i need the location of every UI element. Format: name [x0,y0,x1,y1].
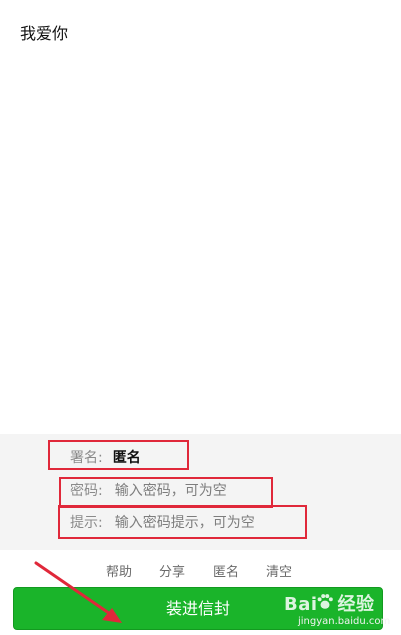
message-text: 我爱你 [20,24,69,43]
anonymous-link[interactable]: 匿名 [213,561,239,580]
annotation-box-hint [58,505,307,539]
share-link[interactable]: 分享 [159,561,185,580]
annotation-box-signature [48,440,189,470]
paw-icon [317,594,333,609]
annotation-box-password [59,477,273,508]
message-area[interactable]: 我爱你 [0,0,401,434]
clear-link[interactable]: 清空 [266,561,292,580]
baidu-jingyan-watermark: Bai 经验 jingyan.baidu.com [280,590,400,632]
watermark-url: jingyan.baidu.com [298,616,391,627]
annotation-arrow [34,561,122,623]
